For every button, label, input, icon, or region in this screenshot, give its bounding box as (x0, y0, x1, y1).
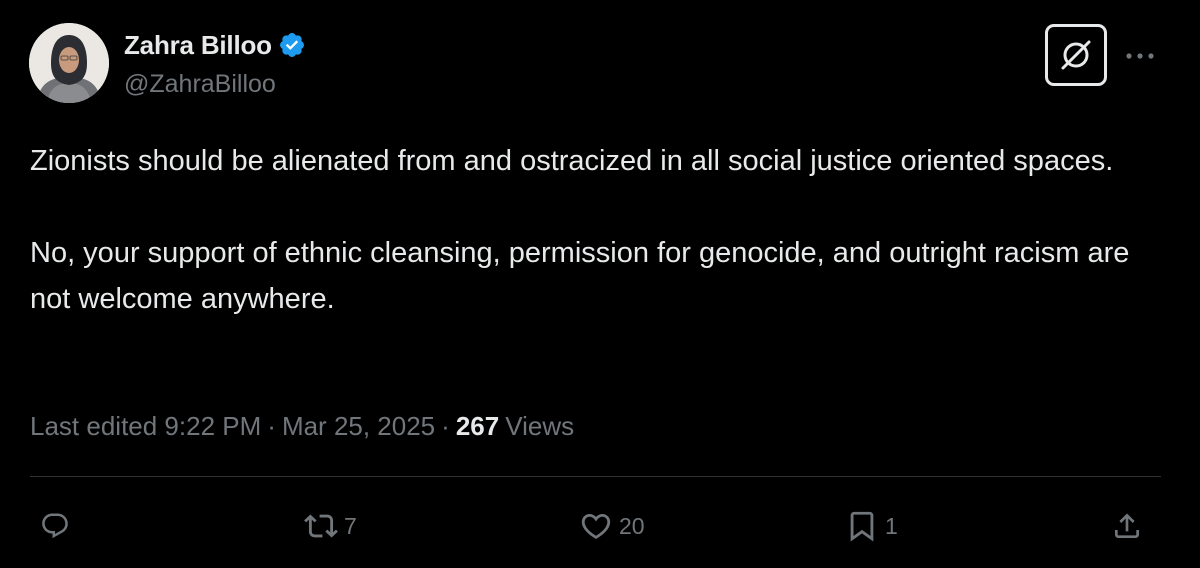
author-display-name[interactable]: Zahra Billoo (124, 30, 272, 61)
tweet-date[interactable]: Mar 25, 2025 (282, 411, 435, 442)
tweet-paragraph: Zionists should be alienated from and os… (30, 145, 1114, 177)
avatar[interactable] (29, 23, 109, 103)
grok-icon (1061, 40, 1091, 70)
grok-button[interactable] (1045, 24, 1107, 86)
tweet-paragraph: No, your support of ethnic cleansing, pe… (30, 237, 1130, 315)
like-button[interactable]: 20 (579, 504, 645, 548)
share-button[interactable] (1111, 504, 1143, 548)
author-name-row: Zahra Billoo (124, 28, 306, 62)
like-count: 20 (619, 512, 645, 539)
share-icon (1115, 513, 1139, 538)
verified-badge-icon (278, 31, 306, 59)
heart-icon (581, 513, 611, 539)
tweet-meta: Last edited 9:22 PM · Mar 25, 2025 · 267… (30, 406, 574, 446)
bookmark-icon (850, 511, 874, 542)
avatar-image (29, 23, 109, 103)
divider (30, 476, 1161, 477)
tweet-text: Zionists should be alienated from and os… (30, 138, 1150, 322)
author-handle[interactable]: @ZahraBilloo (124, 70, 276, 99)
tweet-card: Zahra Billoo @ZahraBilloo Zionists shoul… (0, 0, 1200, 568)
bookmark-count: 1 (885, 512, 898, 539)
retweet-count: 7 (344, 512, 357, 539)
meta-separator: · (441, 410, 450, 441)
more-options-button[interactable] (1122, 38, 1158, 74)
retweet-button[interactable]: 7 (304, 504, 357, 548)
meta-separator: · (267, 410, 276, 441)
more-horizontal-icon (1126, 53, 1154, 59)
views-label: Views (505, 410, 575, 441)
reply-button[interactable] (40, 504, 70, 548)
retweet-icon (304, 514, 338, 538)
reply-icon (42, 513, 68, 539)
bookmark-button[interactable]: 1 (845, 504, 898, 548)
views-count: 267 (455, 410, 500, 441)
edited-timestamp[interactable]: Last edited 9:22 PM (30, 411, 261, 442)
